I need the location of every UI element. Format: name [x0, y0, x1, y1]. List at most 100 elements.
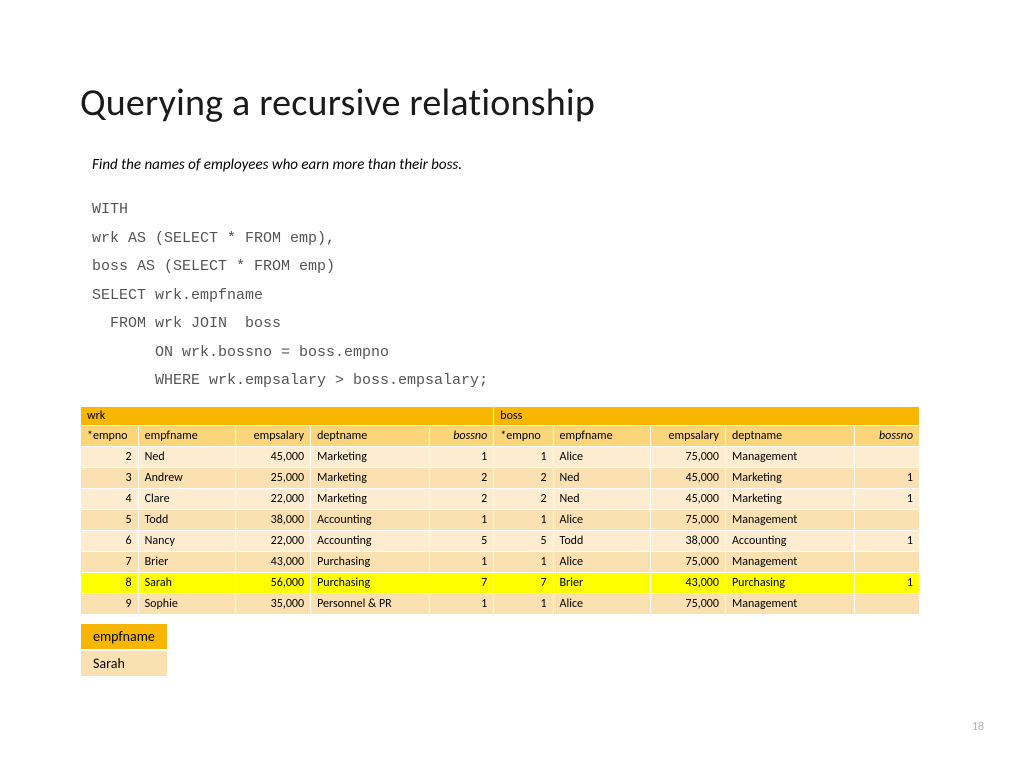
cell: 1 [855, 467, 920, 488]
cell: 2 [494, 488, 553, 509]
col-boss-empsalary: empsalary [650, 425, 725, 446]
cell: Purchasing [725, 572, 854, 593]
cell [855, 446, 920, 467]
cell: Todd [138, 509, 235, 530]
cell: 7 [494, 572, 553, 593]
page-title: Querying a recursive relationship [80, 80, 944, 126]
cell: Management [725, 446, 854, 467]
cell: Marketing [311, 488, 430, 509]
cell: 1 [429, 509, 494, 530]
cell [855, 551, 920, 572]
cell: 1 [494, 551, 553, 572]
cell: 1 [429, 551, 494, 572]
table-row: 4Clare22,000Marketing22Ned45,000Marketin… [81, 488, 920, 509]
column-header-row: *empno empfname empsalary deptname bossn… [81, 425, 920, 446]
cell: Purchasing [311, 572, 430, 593]
data-table: wrk boss *empno empfname empsalary deptn… [80, 406, 920, 615]
cell: 22,000 [235, 530, 310, 551]
cell: 35,000 [235, 593, 310, 614]
cell: 4 [81, 488, 139, 509]
cell: 1 [494, 509, 553, 530]
result-header: empfname [80, 623, 168, 650]
page-number: 18 [972, 720, 984, 734]
cell: Andrew [138, 467, 235, 488]
table-row: 9Sophie35,000Personnel & PR11Alice75,000… [81, 593, 920, 614]
cell: Ned [138, 446, 235, 467]
cell: 56,000 [235, 572, 310, 593]
join-table: wrk boss *empno empfname empsalary deptn… [80, 406, 944, 615]
cell: 45,000 [650, 467, 725, 488]
cell: Management [725, 593, 854, 614]
cell: 1 [855, 572, 920, 593]
cell: 75,000 [650, 551, 725, 572]
cell: Marketing [311, 467, 430, 488]
col-boss-bossno: bossno [855, 425, 920, 446]
col-wrk-bossno: bossno [429, 425, 494, 446]
cell: 2 [429, 488, 494, 509]
result-box: empfname Sarah [80, 623, 168, 677]
slide: Querying a recursive relationship Find t… [0, 0, 1024, 768]
cell: 3 [81, 467, 139, 488]
cell: Marketing [725, 467, 854, 488]
cell: Accounting [311, 509, 430, 530]
cell: 25,000 [235, 467, 310, 488]
cell: Brier [138, 551, 235, 572]
cell: 43,000 [650, 572, 725, 593]
cell: Nancy [138, 530, 235, 551]
col-wrk-empno: *empno [81, 425, 139, 446]
group-header-wrk: wrk [81, 406, 494, 425]
cell: Accounting [725, 530, 854, 551]
cell: Todd [553, 530, 650, 551]
cell: Management [725, 509, 854, 530]
cell: 75,000 [650, 446, 725, 467]
cell [855, 593, 920, 614]
cell: Accounting [311, 530, 430, 551]
cell: 75,000 [650, 509, 725, 530]
table-row: 2Ned45,000Marketing11Alice75,000Manageme… [81, 446, 920, 467]
cell: 45,000 [235, 446, 310, 467]
cell: 7 [429, 572, 494, 593]
result-value: Sarah [80, 650, 168, 677]
cell: 1 [494, 593, 553, 614]
cell: 1 [429, 593, 494, 614]
cell: Marketing [311, 446, 430, 467]
group-header-boss: boss [494, 406, 920, 425]
cell: Management [725, 551, 854, 572]
cell: Alice [553, 509, 650, 530]
cell: 1 [855, 530, 920, 551]
cell: 2 [81, 446, 139, 467]
cell: 2 [494, 467, 553, 488]
col-boss-empno: *empno [494, 425, 553, 446]
cell: Sarah [138, 572, 235, 593]
cell: Sophie [138, 593, 235, 614]
cell: 75,000 [650, 593, 725, 614]
cell: 1 [429, 446, 494, 467]
cell: 22,000 [235, 488, 310, 509]
cell: Clare [138, 488, 235, 509]
cell: 2 [429, 467, 494, 488]
col-boss-deptname: deptname [725, 425, 854, 446]
col-wrk-empsalary: empsalary [235, 425, 310, 446]
cell: Alice [553, 551, 650, 572]
col-boss-empfname: empfname [553, 425, 650, 446]
cell: Alice [553, 446, 650, 467]
table-row: 3Andrew25,000Marketing22Ned45,000Marketi… [81, 467, 920, 488]
cell: 1 [494, 446, 553, 467]
cell: Alice [553, 593, 650, 614]
cell [855, 509, 920, 530]
table-row: 7Brier43,000Purchasing11Alice75,000Manag… [81, 551, 920, 572]
cell: 38,000 [650, 530, 725, 551]
cell: Ned [553, 467, 650, 488]
cell: 43,000 [235, 551, 310, 572]
table-body: 2Ned45,000Marketing11Alice75,000Manageme… [81, 446, 920, 614]
cell: 38,000 [235, 509, 310, 530]
cell: Personnel & PR [311, 593, 430, 614]
table-row: 6Nancy22,000Accounting55Todd38,000Accoun… [81, 530, 920, 551]
cell: 5 [429, 530, 494, 551]
table-row: 8Sarah56,000Purchasing77Brier43,000Purch… [81, 572, 920, 593]
group-header-row: wrk boss [81, 406, 920, 425]
question-text: Find the names of employees who earn mor… [92, 156, 944, 174]
cell: 1 [855, 488, 920, 509]
sql-code-block: WITH wrk AS (SELECT * FROM emp), boss AS… [92, 196, 944, 396]
cell: 5 [81, 509, 139, 530]
